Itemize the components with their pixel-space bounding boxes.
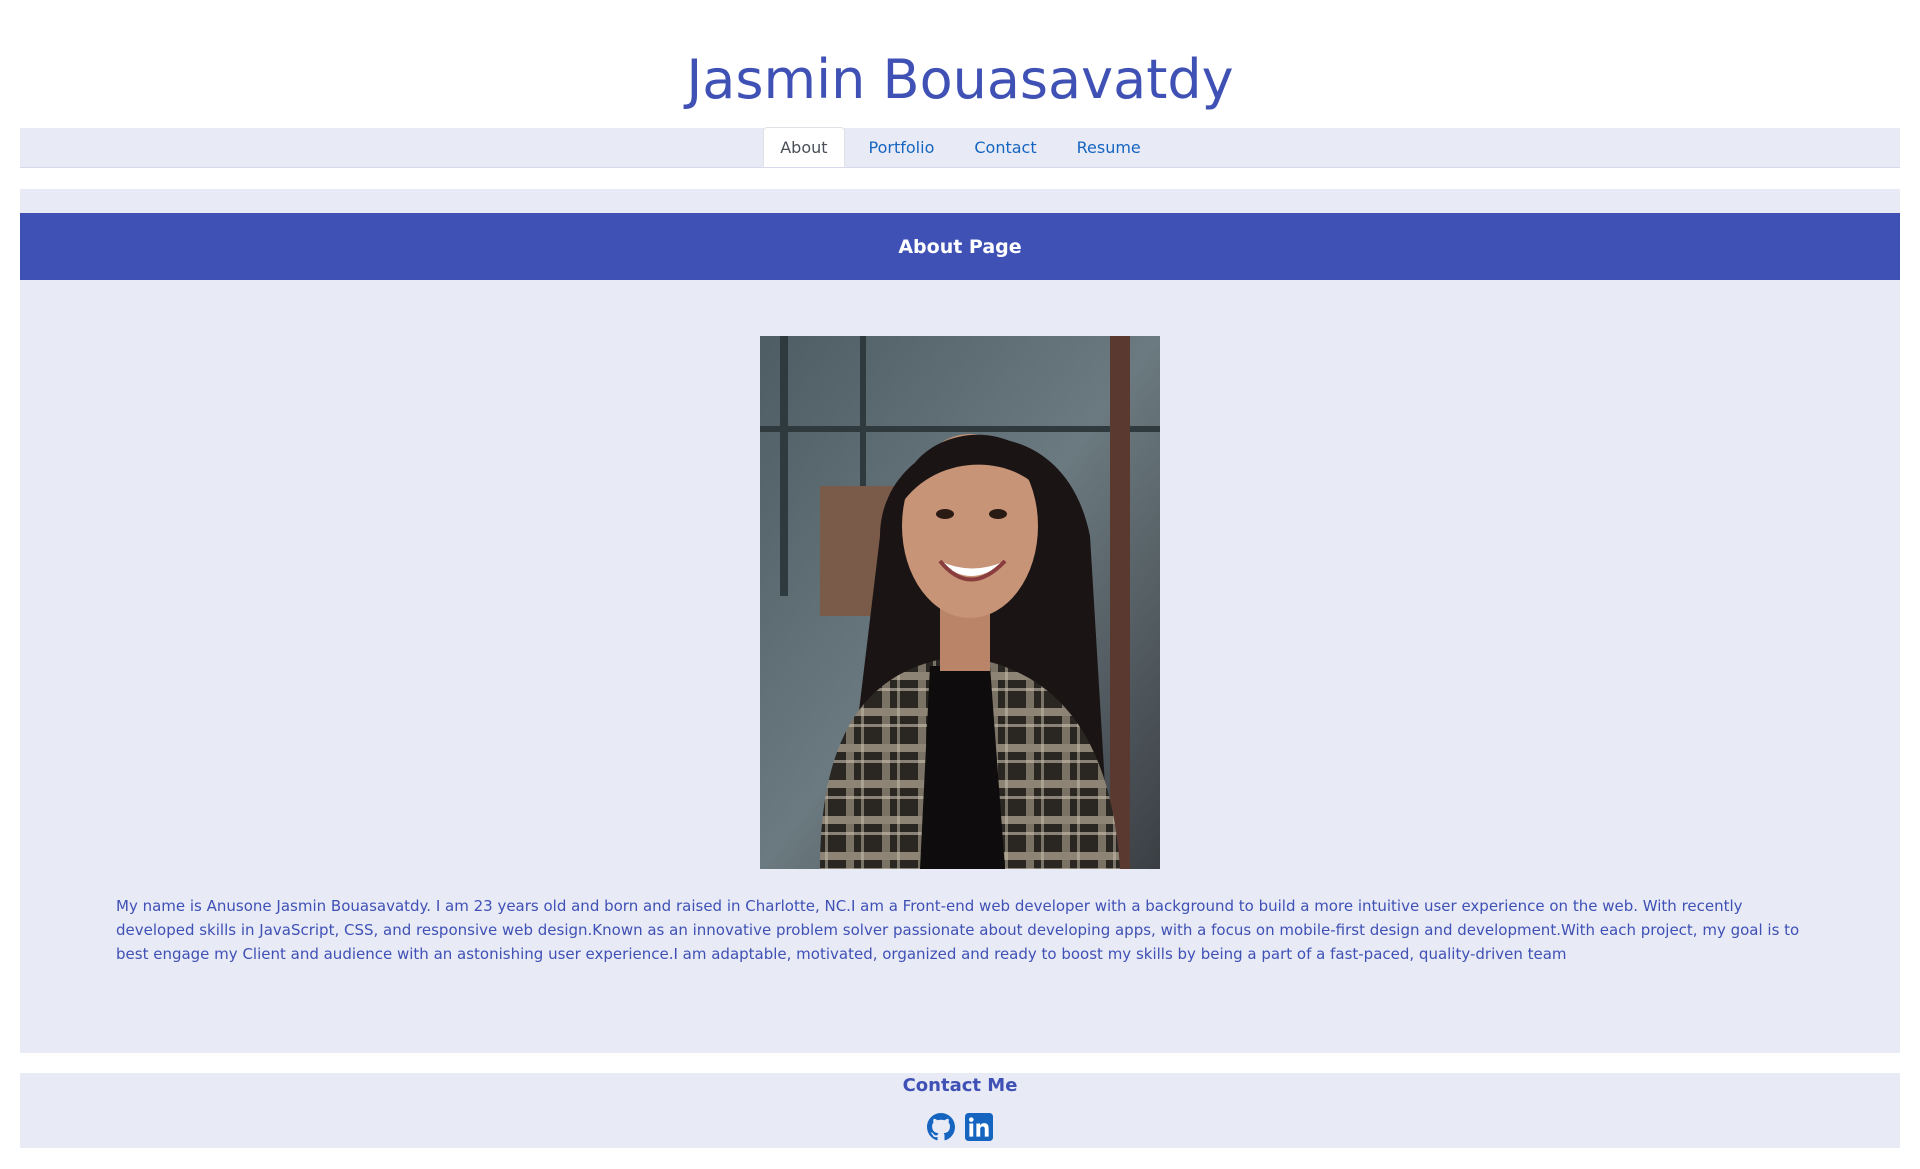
page-heading: About Page [20,213,1900,280]
bio-text: My name is Anusone Jasmin Bouasavatdy. I… [116,897,1800,963]
tab-contact[interactable]: Contact [958,127,1052,167]
tab-resume[interactable]: Resume [1061,127,1157,167]
social-links [20,1113,1900,1141]
contact-footer: Contact Me [20,1073,1900,1148]
linkedin-icon[interactable] [965,1113,993,1141]
site-title: Jasmin Bouasavatdy [686,48,1234,111]
profile-photo [760,336,1160,869]
page: Jasmin Bouasavatdy About Portfolio Conta… [0,0,1920,1169]
tab-about[interactable]: About [763,127,845,167]
nav-tabs: About Portfolio Contact Resume [20,127,1900,168]
about-section: About Page My name is Anusone Jasmin Bou… [20,189,1900,1053]
contact-title: Contact Me [902,1075,1018,1096]
tab-portfolio[interactable]: Portfolio [853,127,951,167]
github-icon[interactable] [927,1113,955,1141]
